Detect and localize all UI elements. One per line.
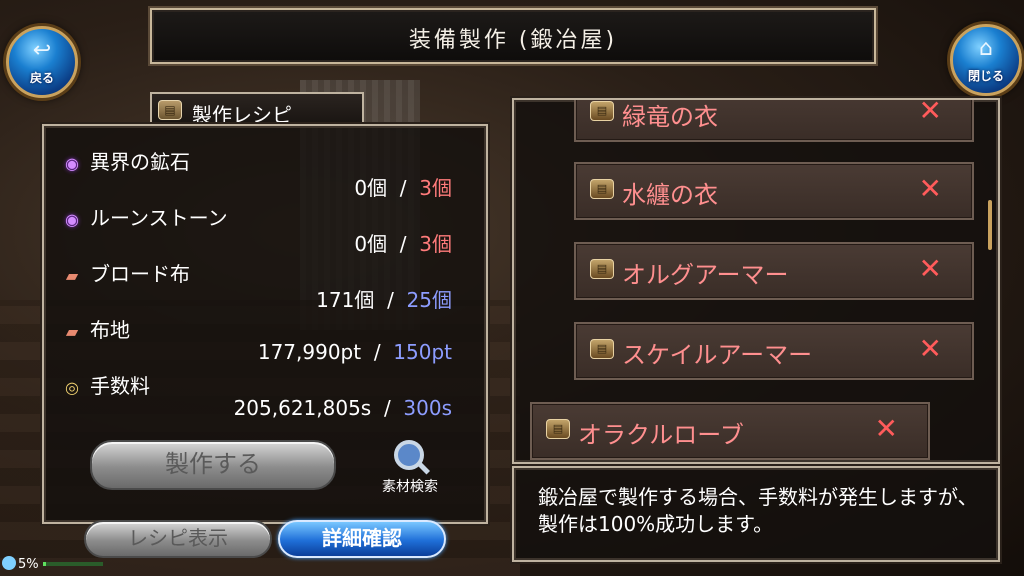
list-item[interactable]: ▤ 緑竜の衣 ✕: [574, 98, 974, 142]
recipe-book-icon: ▤: [158, 100, 182, 120]
material-quantity: 0個 / 3個: [354, 232, 452, 256]
recipe-scroll-icon: ▤: [590, 179, 614, 199]
item-name: オラクルローブ: [578, 421, 744, 449]
title-bar: 装備製作 (鍛冶屋): [150, 8, 876, 64]
material-search-button[interactable]: 素材検索: [364, 438, 456, 498]
battery-bar: [42, 562, 103, 566]
recipe-scroll-icon: ▤: [546, 419, 570, 439]
equipment-list-panel: ▤ 緑竜の衣 ✕ ▤ 水纏の衣 ✕ ▤ オルグアーマー ✕ ▤ スケイルアーマー…: [512, 98, 1000, 464]
material-quantity: 171個 / 25個: [316, 288, 452, 312]
material-name: ▰ ブロード布: [62, 258, 190, 287]
material-name: ◎ 手数料: [62, 370, 150, 399]
cloth-icon: ▰: [65, 322, 79, 341]
material-quantity: 205,621,805s / 300s: [233, 396, 452, 420]
back-arrow-icon: ↩: [32, 38, 52, 63]
cloth-icon: ▰: [65, 266, 79, 285]
unavailable-icon: ✕: [918, 252, 942, 285]
item-name: 水纏の衣: [622, 181, 718, 209]
list-item[interactable]: ▤ スケイルアーマー ✕: [574, 322, 974, 380]
material-quantity: 177,990pt / 150pt: [257, 340, 452, 364]
back-label: 戻る: [29, 71, 54, 85]
material-search-label: 素材検索: [382, 479, 438, 495]
material-name: ◉ ルーンストーン: [62, 202, 228, 231]
recipe-scroll-icon: ▤: [590, 339, 614, 359]
info-panel: 鍛冶屋で製作する場合、手数料が発生しますが、製作は100%成功します。: [512, 466, 1000, 562]
close-button[interactable]: ⌂ 閉じる: [950, 24, 1022, 96]
item-name: 緑竜の衣: [622, 103, 718, 131]
material-name: ◉ 異界の鉱石: [62, 146, 190, 175]
close-label: 閉じる: [967, 69, 1004, 83]
detail-button[interactable]: 詳細確認: [278, 520, 446, 558]
recipe-panel: ◉ 異界の鉱石 0個 / 3個 ◉ ルーンストーン 0個 / 3個 ▰ ブロード布 1…: [42, 124, 488, 524]
recipe-tab: ▤ 製作レシピ: [150, 92, 364, 128]
battery-indicator: 5%: [2, 556, 103, 572]
list-item-selected[interactable]: ▤ オラクルローブ ✕: [530, 402, 930, 460]
info-text: 鍛冶屋で製作する場合、手数料が発生しますが、製作は100%成功します。: [538, 485, 978, 536]
recipe-scroll-icon: ▤: [590, 259, 614, 279]
list-item[interactable]: ▤ オルグアーマー ✕: [574, 242, 974, 300]
back-button[interactable]: ↩ 戻る: [6, 26, 78, 98]
coin-icon: ◎: [65, 378, 79, 397]
unavailable-icon: ✕: [874, 412, 898, 445]
unavailable-icon: ✕: [918, 98, 942, 127]
unavailable-icon: ✕: [918, 332, 942, 365]
material-name: ▰ 布地: [62, 314, 130, 343]
item-name: スケイルアーマー: [622, 341, 813, 369]
recipe-scroll-icon: ▤: [590, 101, 614, 121]
list-scrollbar[interactable]: [988, 200, 992, 250]
battery-icon: [2, 556, 16, 570]
home-icon: ⌂: [979, 36, 993, 61]
page-title: 装備製作 (鍛冶屋): [408, 28, 618, 53]
unavailable-icon: ✕: [918, 172, 942, 205]
item-name: オルグアーマー: [622, 261, 789, 289]
material-quantity: 0個 / 3個: [354, 176, 452, 200]
list-item[interactable]: ▤ 水纏の衣 ✕: [574, 162, 974, 220]
recipe-show-button[interactable]: レシピ表示: [84, 520, 272, 558]
gem-icon: ◉: [65, 210, 79, 229]
craft-button[interactable]: 製作する: [90, 440, 336, 490]
battery-percent: 5%: [18, 557, 39, 572]
gem-icon: ◉: [65, 154, 79, 173]
